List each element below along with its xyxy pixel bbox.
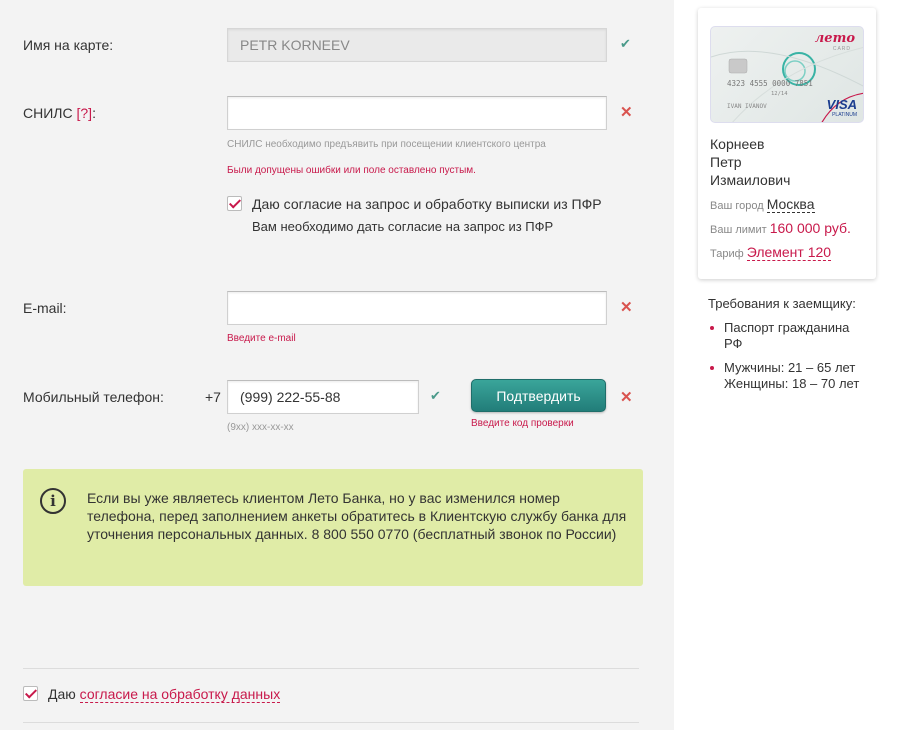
confirm-button[interactable]: Подтвердить bbox=[471, 379, 606, 412]
card-brand-logo: лето bbox=[814, 31, 855, 46]
first-name: Петр bbox=[710, 154, 742, 170]
email-error-message: Введите e-mail bbox=[227, 333, 296, 344]
surname: Корнеев bbox=[710, 136, 765, 152]
requirements-title: Требования к заемщику: bbox=[708, 296, 856, 311]
city-label: Ваш город bbox=[710, 200, 764, 212]
card-name-label: Имя на карте: bbox=[23, 37, 114, 53]
email-error-close-icon: ✕ bbox=[620, 299, 633, 316]
phone-label: Мобильный телефон: bbox=[23, 389, 164, 405]
info-icon: i bbox=[40, 488, 66, 514]
email-input[interactable] bbox=[227, 291, 607, 325]
snils-error-close-icon: ✕ bbox=[620, 104, 633, 121]
data-processing-link[interactable]: согласие на обработку данных bbox=[79, 686, 281, 703]
card-number: 4323 4555 0000 7851 bbox=[727, 79, 813, 88]
confirm-error-close-icon: ✕ bbox=[620, 389, 633, 406]
card-image: лето CARD 4323 4555 0000 7851 12/14 IVAN… bbox=[710, 26, 864, 123]
phone-change-notice: i Если вы уже являетесь клиентом Лето Ба… bbox=[23, 469, 643, 586]
card-name-ok-check-icon: ✔ bbox=[620, 36, 631, 51]
card-name-field: PETR KORNEEV bbox=[227, 28, 607, 62]
snils-label-colon: : bbox=[92, 105, 96, 121]
agree-prefix: Даю bbox=[48, 686, 76, 702]
email-label: E-mail: bbox=[23, 300, 67, 316]
data-processing-checkbox[interactable] bbox=[23, 686, 38, 701]
visa-logo: VISA bbox=[826, 97, 857, 112]
requirement-item-age: Мужчины: 21 – 65 лет Женщины: 18 – 70 ле… bbox=[710, 360, 864, 392]
phone-input[interactable]: (999) 222-55-88 bbox=[227, 380, 419, 414]
tariff-label: Тариф bbox=[710, 248, 744, 260]
pfr-consent-checkbox[interactable] bbox=[227, 196, 242, 211]
city-row: Ваш город Москва bbox=[710, 196, 815, 213]
limit-value: 160 000 руб. bbox=[769, 220, 851, 236]
city-value-link[interactable]: Москва bbox=[766, 196, 815, 213]
limit-row: Ваш лимит 160 000 руб. bbox=[710, 220, 851, 236]
phone-hint: (9xx) xxx-xx-xx bbox=[227, 422, 294, 433]
snils-label: СНИЛС [?]: bbox=[23, 105, 96, 121]
card-holder: IVAN IVANOV bbox=[727, 103, 767, 110]
divider-bottom bbox=[23, 722, 639, 723]
snils-input[interactable] bbox=[227, 96, 607, 130]
phone-prefix: +7 bbox=[205, 389, 221, 405]
card-valid: 12/14 bbox=[771, 91, 788, 97]
phone-ok-check-icon: ✔ bbox=[430, 388, 441, 403]
snils-error-message: Были допущены ошибки или поле оставлено … bbox=[227, 165, 476, 176]
pfr-consent-label: Даю согласие на запрос и обработку выпис… bbox=[252, 196, 602, 212]
card-brand-sub: CARD bbox=[832, 46, 851, 52]
divider-top bbox=[23, 668, 639, 669]
confirm-error-message: Введите код проверки bbox=[471, 418, 574, 429]
application-form: Имя на карте: PETR KORNEEV ✔ СНИЛС [?]: … bbox=[0, 0, 674, 730]
limit-label: Ваш лимит bbox=[710, 224, 767, 236]
snils-help-link[interactable]: [?] bbox=[76, 105, 92, 121]
tariff-row: Тариф Элемент 120 bbox=[710, 244, 832, 261]
data-processing-label: Даю согласие на обработку данных bbox=[48, 686, 281, 703]
requirement-item-passport: Паспорт гражданина РФ bbox=[710, 320, 864, 352]
patronymic: Измаилович bbox=[710, 172, 791, 188]
notice-text: Если вы уже являетесь клиентом Лето Банк… bbox=[87, 490, 627, 542]
snils-hint: СНИЛС необходимо предъявить при посещени… bbox=[227, 139, 546, 150]
pfr-consent-note: Вам необходимо дать согласие на запрос и… bbox=[252, 219, 554, 234]
snils-label-text: СНИЛС bbox=[23, 105, 73, 121]
tariff-value-link[interactable]: Элемент 120 bbox=[746, 244, 832, 261]
visa-platinum: PLATINUM bbox=[832, 112, 857, 118]
